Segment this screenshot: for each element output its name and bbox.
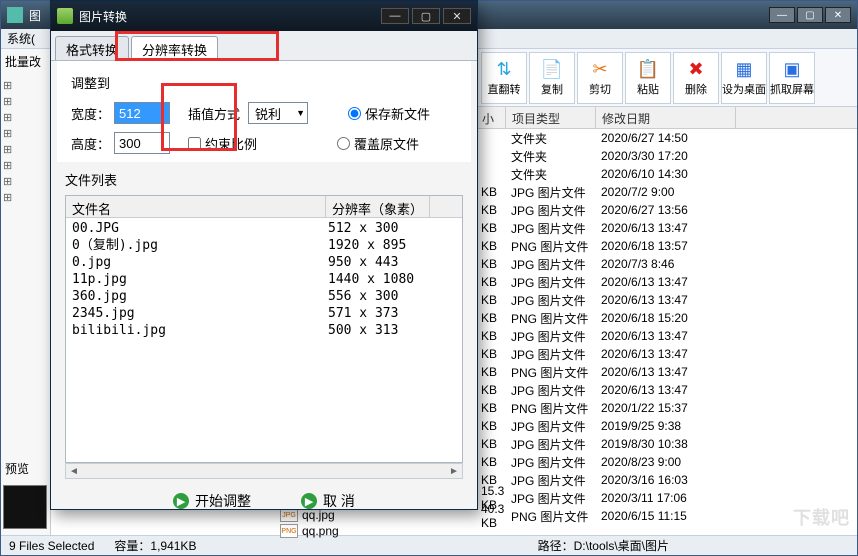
convert-dialog: 图片转换 — ▢ ✕ 格式转换 分辨率转换 调整到 宽度： 插值方式 锐利 ▼ … bbox=[50, 0, 478, 510]
main-title: 图 bbox=[29, 7, 41, 24]
toolbar-delete-button[interactable]: ✖删除 bbox=[673, 52, 719, 104]
capture-icon: ▣ bbox=[781, 59, 803, 81]
preview-thumbnail[interactable] bbox=[3, 485, 47, 529]
toolbar-flip-button[interactable]: ⇅直翻转 bbox=[481, 52, 527, 104]
tab-resolution[interactable]: 分辨率转换 bbox=[131, 36, 218, 60]
dialog-title: 图片转换 bbox=[79, 8, 127, 25]
constrain-checkbox[interactable]: 约束比例 bbox=[188, 134, 257, 153]
list-item[interactable]: 2345.jpg571 x 373 bbox=[72, 305, 462, 322]
close-button[interactable]: ✕ bbox=[825, 7, 851, 23]
scroll-left-icon[interactable]: ◄ bbox=[66, 466, 82, 477]
copy-icon: 📄 bbox=[541, 59, 563, 81]
dialog-body: 调整到 宽度： 插值方式 锐利 ▼ 保存新文件 高度： 约束比例 覆盖原文件 bbox=[57, 61, 471, 162]
list-item[interactable]: 0.jpg950 x 443 bbox=[72, 254, 462, 271]
menu-system[interactable]: 系统( bbox=[7, 30, 35, 47]
cancel-icon: ▶ bbox=[301, 493, 317, 509]
list-item[interactable]: bilibili.jpg500 x 313 bbox=[72, 322, 462, 339]
scroll-right-icon[interactable]: ► bbox=[446, 466, 462, 477]
side-panel: 批量改 预览 bbox=[1, 49, 51, 535]
status-capacity: 1,941KB bbox=[150, 539, 196, 553]
folder-tree[interactable] bbox=[1, 74, 50, 210]
status-capacity-label: 容量： bbox=[114, 537, 150, 554]
list-item[interactable]: 00.JPG512 x 300 bbox=[72, 220, 462, 237]
preview-label: 预览 bbox=[5, 460, 29, 477]
dialog-maximize-button[interactable]: ▢ bbox=[412, 8, 440, 24]
play-icon: ▶ bbox=[173, 493, 189, 509]
status-path: D:\tools\桌面\图片 bbox=[574, 537, 669, 554]
file-list-body[interactable]: 00.JPG512 x 3000（复制).jpg1920 x 8950.jpg9… bbox=[66, 218, 462, 339]
save-new-radio[interactable]: 保存新文件 bbox=[348, 104, 430, 123]
toolbar-wallpaper-button[interactable]: ▦设为桌面 bbox=[721, 52, 767, 104]
interp-label: 插值方式 bbox=[188, 104, 240, 123]
tab-format[interactable]: 格式转换 bbox=[55, 36, 129, 60]
wallpaper-icon: ▦ bbox=[733, 59, 755, 81]
list-item[interactable]: 0（复制).jpg1920 x 895 bbox=[72, 237, 462, 254]
toolbar-capture-button[interactable]: ▣抓取屏幕 bbox=[769, 52, 815, 104]
delete-icon: ✖ bbox=[685, 59, 707, 81]
width-input[interactable] bbox=[114, 102, 170, 124]
toolbar-paste-button[interactable]: 📋粘贴 bbox=[625, 52, 671, 104]
file-name: qq.png bbox=[302, 524, 339, 538]
list-item[interactable]: 11p.jpg1440 x 1080 bbox=[72, 271, 462, 288]
png-icon: PNG bbox=[280, 524, 298, 538]
cancel-button[interactable]: ▶ 取 消 bbox=[301, 491, 355, 511]
col-type[interactable]: 项目类型 bbox=[506, 107, 596, 128]
height-label: 高度： bbox=[71, 134, 110, 153]
adjust-to-label: 调整到 bbox=[71, 73, 457, 92]
height-input[interactable] bbox=[114, 132, 170, 154]
dialog-buttons: ▶ 开始调整 ▶ 取 消 bbox=[51, 479, 477, 519]
watermark: 下载吧 bbox=[793, 504, 850, 530]
dialog-minimize-button[interactable]: — bbox=[381, 8, 409, 24]
toolbar-cut-button[interactable]: ✂剪切 bbox=[577, 52, 623, 104]
width-label: 宽度： bbox=[71, 104, 110, 123]
col-size[interactable]: 小 bbox=[476, 107, 506, 128]
list-item[interactable]: 360.jpg556 x 300 bbox=[72, 288, 462, 305]
file-list-label: 文件列表 bbox=[65, 170, 463, 189]
dialog-icon bbox=[57, 8, 73, 24]
status-selected: 9 Files Selected bbox=[9, 539, 94, 553]
dialog-hscrollbar[interactable]: ◄ ► bbox=[65, 463, 463, 479]
cut-icon: ✂ bbox=[589, 59, 611, 81]
app-icon bbox=[7, 7, 23, 23]
maximize-button[interactable]: ▢ bbox=[797, 7, 823, 23]
dialog-titlebar[interactable]: 图片转换 — ▢ ✕ bbox=[51, 1, 477, 31]
dialog-close-button[interactable]: ✕ bbox=[443, 8, 471, 24]
col-date[interactable]: 修改日期 bbox=[596, 107, 736, 128]
interp-combo[interactable]: 锐利 ▼ bbox=[248, 102, 308, 124]
flip-icon: ⇅ bbox=[493, 59, 515, 81]
status-path-label: 路径： bbox=[538, 537, 574, 554]
minimize-button[interactable]: — bbox=[769, 7, 795, 23]
file-row-under[interactable]: PNG qq.png bbox=[280, 524, 339, 538]
paste-icon: 📋 bbox=[637, 59, 659, 81]
batch-label[interactable]: 批量改 bbox=[1, 49, 50, 74]
dialog-file-list: 文件名 分辨率（象素） 00.JPG512 x 3000（复制).jpg1920… bbox=[65, 195, 463, 463]
overwrite-radio[interactable]: 覆盖原文件 bbox=[337, 134, 419, 153]
toolbar-copy-button[interactable]: 📄复制 bbox=[529, 52, 575, 104]
dialog-tabs: 格式转换 分辨率转换 bbox=[51, 31, 477, 61]
col-filename[interactable]: 文件名 bbox=[66, 196, 326, 217]
chevron-down-icon: ▼ bbox=[296, 108, 305, 118]
start-button[interactable]: ▶ 开始调整 bbox=[173, 491, 251, 511]
status-bar: 9 Files Selected 容量： 1,941KB 路径： D:\tool… bbox=[1, 535, 857, 555]
file-list-header[interactable]: 文件名 分辨率（象素） bbox=[66, 196, 462, 218]
interp-value: 锐利 bbox=[255, 104, 296, 123]
col-resolution[interactable]: 分辨率（象素） bbox=[326, 196, 430, 217]
